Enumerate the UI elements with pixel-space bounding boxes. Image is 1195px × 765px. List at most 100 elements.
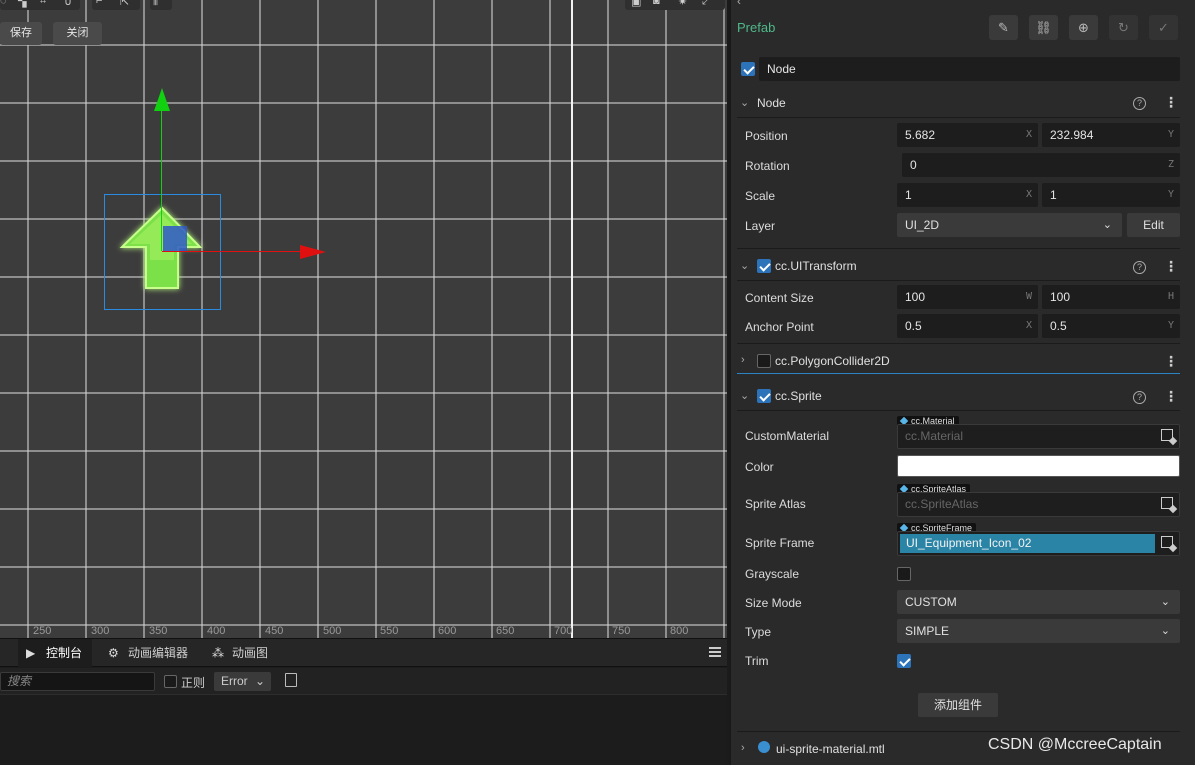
ruler-tick: 700 — [554, 625, 573, 637]
edit-icon: ✎ — [998, 20, 1009, 35]
save-button[interactable]: 保存 — [0, 22, 42, 45]
editor-root: ◌ ▚ ⌗ ∪ ⌐ ⇱ ⫼ ▣ ◙ ✷ ⤢ 保存 关闭 250 300 350 … — [0, 0, 1195, 765]
x-axis-handle[interactable] — [162, 251, 302, 252]
anchor-y-input[interactable]: 0.5 Y — [1042, 314, 1180, 338]
regex-checkbox[interactable] — [164, 675, 177, 688]
position-x-input[interactable]: 5.682 X — [897, 123, 1038, 147]
clear-log-icon[interactable] — [285, 673, 297, 687]
scale-tool-icon[interactable]: ▚ — [18, 0, 34, 9]
material-asset-title[interactable]: ui-sprite-material.mtl — [776, 742, 885, 756]
layer-value: UI_2D — [905, 218, 940, 232]
tab-console[interactable]: ▶ 控制台 — [18, 639, 93, 667]
sprite-frame-field[interactable]: UI_Equipment_Icon_02 — [897, 531, 1180, 556]
uitransform-enabled-checkbox[interactable] — [757, 259, 771, 273]
help-icon[interactable]: ? — [1133, 261, 1146, 274]
revert-prefab-button[interactable]: ↻ — [1109, 15, 1138, 40]
collider-enabled-checkbox[interactable] — [757, 354, 771, 368]
sprite-section-title[interactable]: cc.Sprite — [775, 389, 822, 403]
help-icon[interactable]: ? — [1133, 97, 1146, 110]
section-divider — [737, 280, 1180, 281]
y-axis-handle[interactable] — [161, 108, 162, 251]
section-divider — [737, 117, 1180, 118]
position-y-input[interactable]: 232.984 Y — [1042, 123, 1180, 147]
rotate-tool-icon[interactable]: ◌ — [0, 0, 16, 9]
custom-material-field[interactable]: cc.Material — [897, 424, 1180, 449]
tab-animation-graph[interactable]: ⁂ 动画图 — [204, 639, 278, 667]
close-button[interactable]: 关闭 — [53, 22, 102, 45]
x-axis-arrow-icon[interactable] — [300, 243, 328, 261]
add-component-button[interactable]: 添加组件 — [918, 693, 998, 717]
ruler-tick: 800 — [670, 625, 689, 637]
bottom-panel: ▶ 控制台 ⚙ 动画编辑器 ⁂ 动画图 搜索 正则 Error ⌄ — [0, 638, 727, 765]
help-icon[interactable]: ? — [1133, 391, 1146, 404]
type-select[interactable]: SIMPLE ⌄ — [897, 619, 1180, 643]
scene-view[interactable]: ◌ ▚ ⌗ ∪ ⌐ ⇱ ⫼ ▣ ◙ ✷ ⤢ 保存 关闭 250 300 350 … — [0, 0, 727, 638]
section-divider — [737, 248, 1180, 249]
uitransform-section-title[interactable]: cc.UITransform — [775, 259, 857, 273]
log-level-select[interactable]: Error ⌄ — [214, 672, 271, 691]
ruler-tick: 450 — [265, 625, 284, 637]
asset-picker-icon[interactable] — [1161, 536, 1173, 548]
content-width-input[interactable]: 100 W — [897, 285, 1038, 309]
size-mode-select[interactable]: CUSTOM ⌄ — [897, 590, 1180, 614]
chevron-down-icon[interactable]: ⌄ — [740, 259, 749, 272]
tab-label: 动画图 — [232, 646, 269, 660]
position-x-value: 5.682 — [905, 128, 936, 142]
check-circle-icon: ✓ — [1158, 20, 1169, 35]
locate-prefab-button[interactable]: ⊕ — [1069, 15, 1098, 40]
edit-layer-button[interactable]: Edit — [1127, 213, 1180, 237]
more-vertical-icon[interactable]: ⋮ — [1164, 259, 1178, 273]
sprite-enabled-checkbox[interactable] — [757, 389, 771, 403]
node-section-title[interactable]: Node — [757, 96, 786, 110]
expand-icon[interactable]: ⤢ — [702, 0, 718, 9]
tab-animation-editor[interactable]: ⚙ 动画编辑器 — [100, 639, 198, 667]
grayscale-checkbox[interactable] — [897, 567, 911, 581]
snap-icon[interactable]: ⫼ — [153, 0, 169, 9]
gear-icon[interactable]: ✷ — [678, 0, 694, 9]
open-prefab-button[interactable]: ✎ — [989, 15, 1018, 40]
chevron-right-icon[interactable]: › — [741, 354, 745, 366]
asset-picker-icon[interactable] — [1161, 429, 1173, 441]
camera-icon[interactable]: ◙ — [653, 0, 669, 9]
rotation-label: Rotation — [745, 159, 790, 173]
inspector-panel: ‹ Prefab ✎ ⛓ ⊕ ↻ ✓ Node ⌄ Node ? ⋮ Posit… — [729, 0, 1195, 765]
rotation-z-input[interactable]: 0Z — [902, 153, 1180, 177]
position-y-value: 232.984 — [1050, 128, 1094, 142]
content-height-input[interactable]: 100 H — [1042, 285, 1180, 309]
sprite-atlas-field[interactable]: cc.SpriteAtlas — [897, 492, 1180, 517]
search-input[interactable]: 搜索 — [0, 672, 155, 691]
more-vertical-icon[interactable]: ⋮ — [1164, 95, 1178, 109]
back-arrow-icon[interactable]: ‹ — [737, 0, 741, 8]
node-active-checkbox[interactable] — [741, 62, 755, 76]
anchor-x-input[interactable]: 0.5 X — [897, 314, 1038, 338]
axis-letter: X — [1025, 320, 1032, 331]
chevron-right-icon[interactable]: › — [741, 742, 745, 754]
menu-icon[interactable] — [709, 647, 721, 657]
chevron-down-icon[interactable]: ⌄ — [740, 389, 749, 402]
y-axis-arrow-icon[interactable] — [153, 88, 171, 112]
section-divider — [737, 410, 1180, 411]
collider-section-title[interactable]: cc.PolygonCollider2D — [775, 354, 890, 368]
scale-x-input[interactable]: 1X — [897, 183, 1038, 207]
more-vertical-icon[interactable]: ⋮ — [1164, 389, 1178, 403]
rect-tool-icon[interactable]: ⌗ — [40, 0, 56, 9]
2d-view-icon[interactable]: ▣ — [631, 0, 647, 9]
layer-select[interactable]: UI_2D ⌄ — [897, 213, 1122, 237]
ruler-tick: 350 — [149, 625, 168, 637]
unlink-prefab-button[interactable]: ⛓ — [1029, 15, 1058, 40]
asset-picker-icon[interactable] — [1161, 497, 1173, 509]
content-width-value: 100 — [905, 290, 926, 304]
color-swatch[interactable] — [897, 455, 1180, 477]
pivot-icon[interactable]: ⌐ — [96, 0, 112, 9]
more-vertical-icon[interactable]: ⋮ — [1164, 354, 1178, 368]
anchor-square[interactable] — [163, 226, 187, 251]
node-name-input[interactable]: Node — [759, 57, 1180, 81]
anchor-y-value: 0.5 — [1050, 319, 1067, 333]
watermark-text: CSDN @MccreeCaptain — [988, 736, 1162, 753]
scale-y-input[interactable]: 1Y — [1042, 183, 1180, 207]
trim-checkbox[interactable] — [897, 654, 911, 668]
export-icon[interactable]: ⇱ — [120, 0, 136, 9]
magnet-icon[interactable]: ∪ — [64, 0, 80, 9]
apply-prefab-button[interactable]: ✓ — [1149, 15, 1178, 40]
chevron-down-icon[interactable]: ⌄ — [740, 96, 749, 109]
